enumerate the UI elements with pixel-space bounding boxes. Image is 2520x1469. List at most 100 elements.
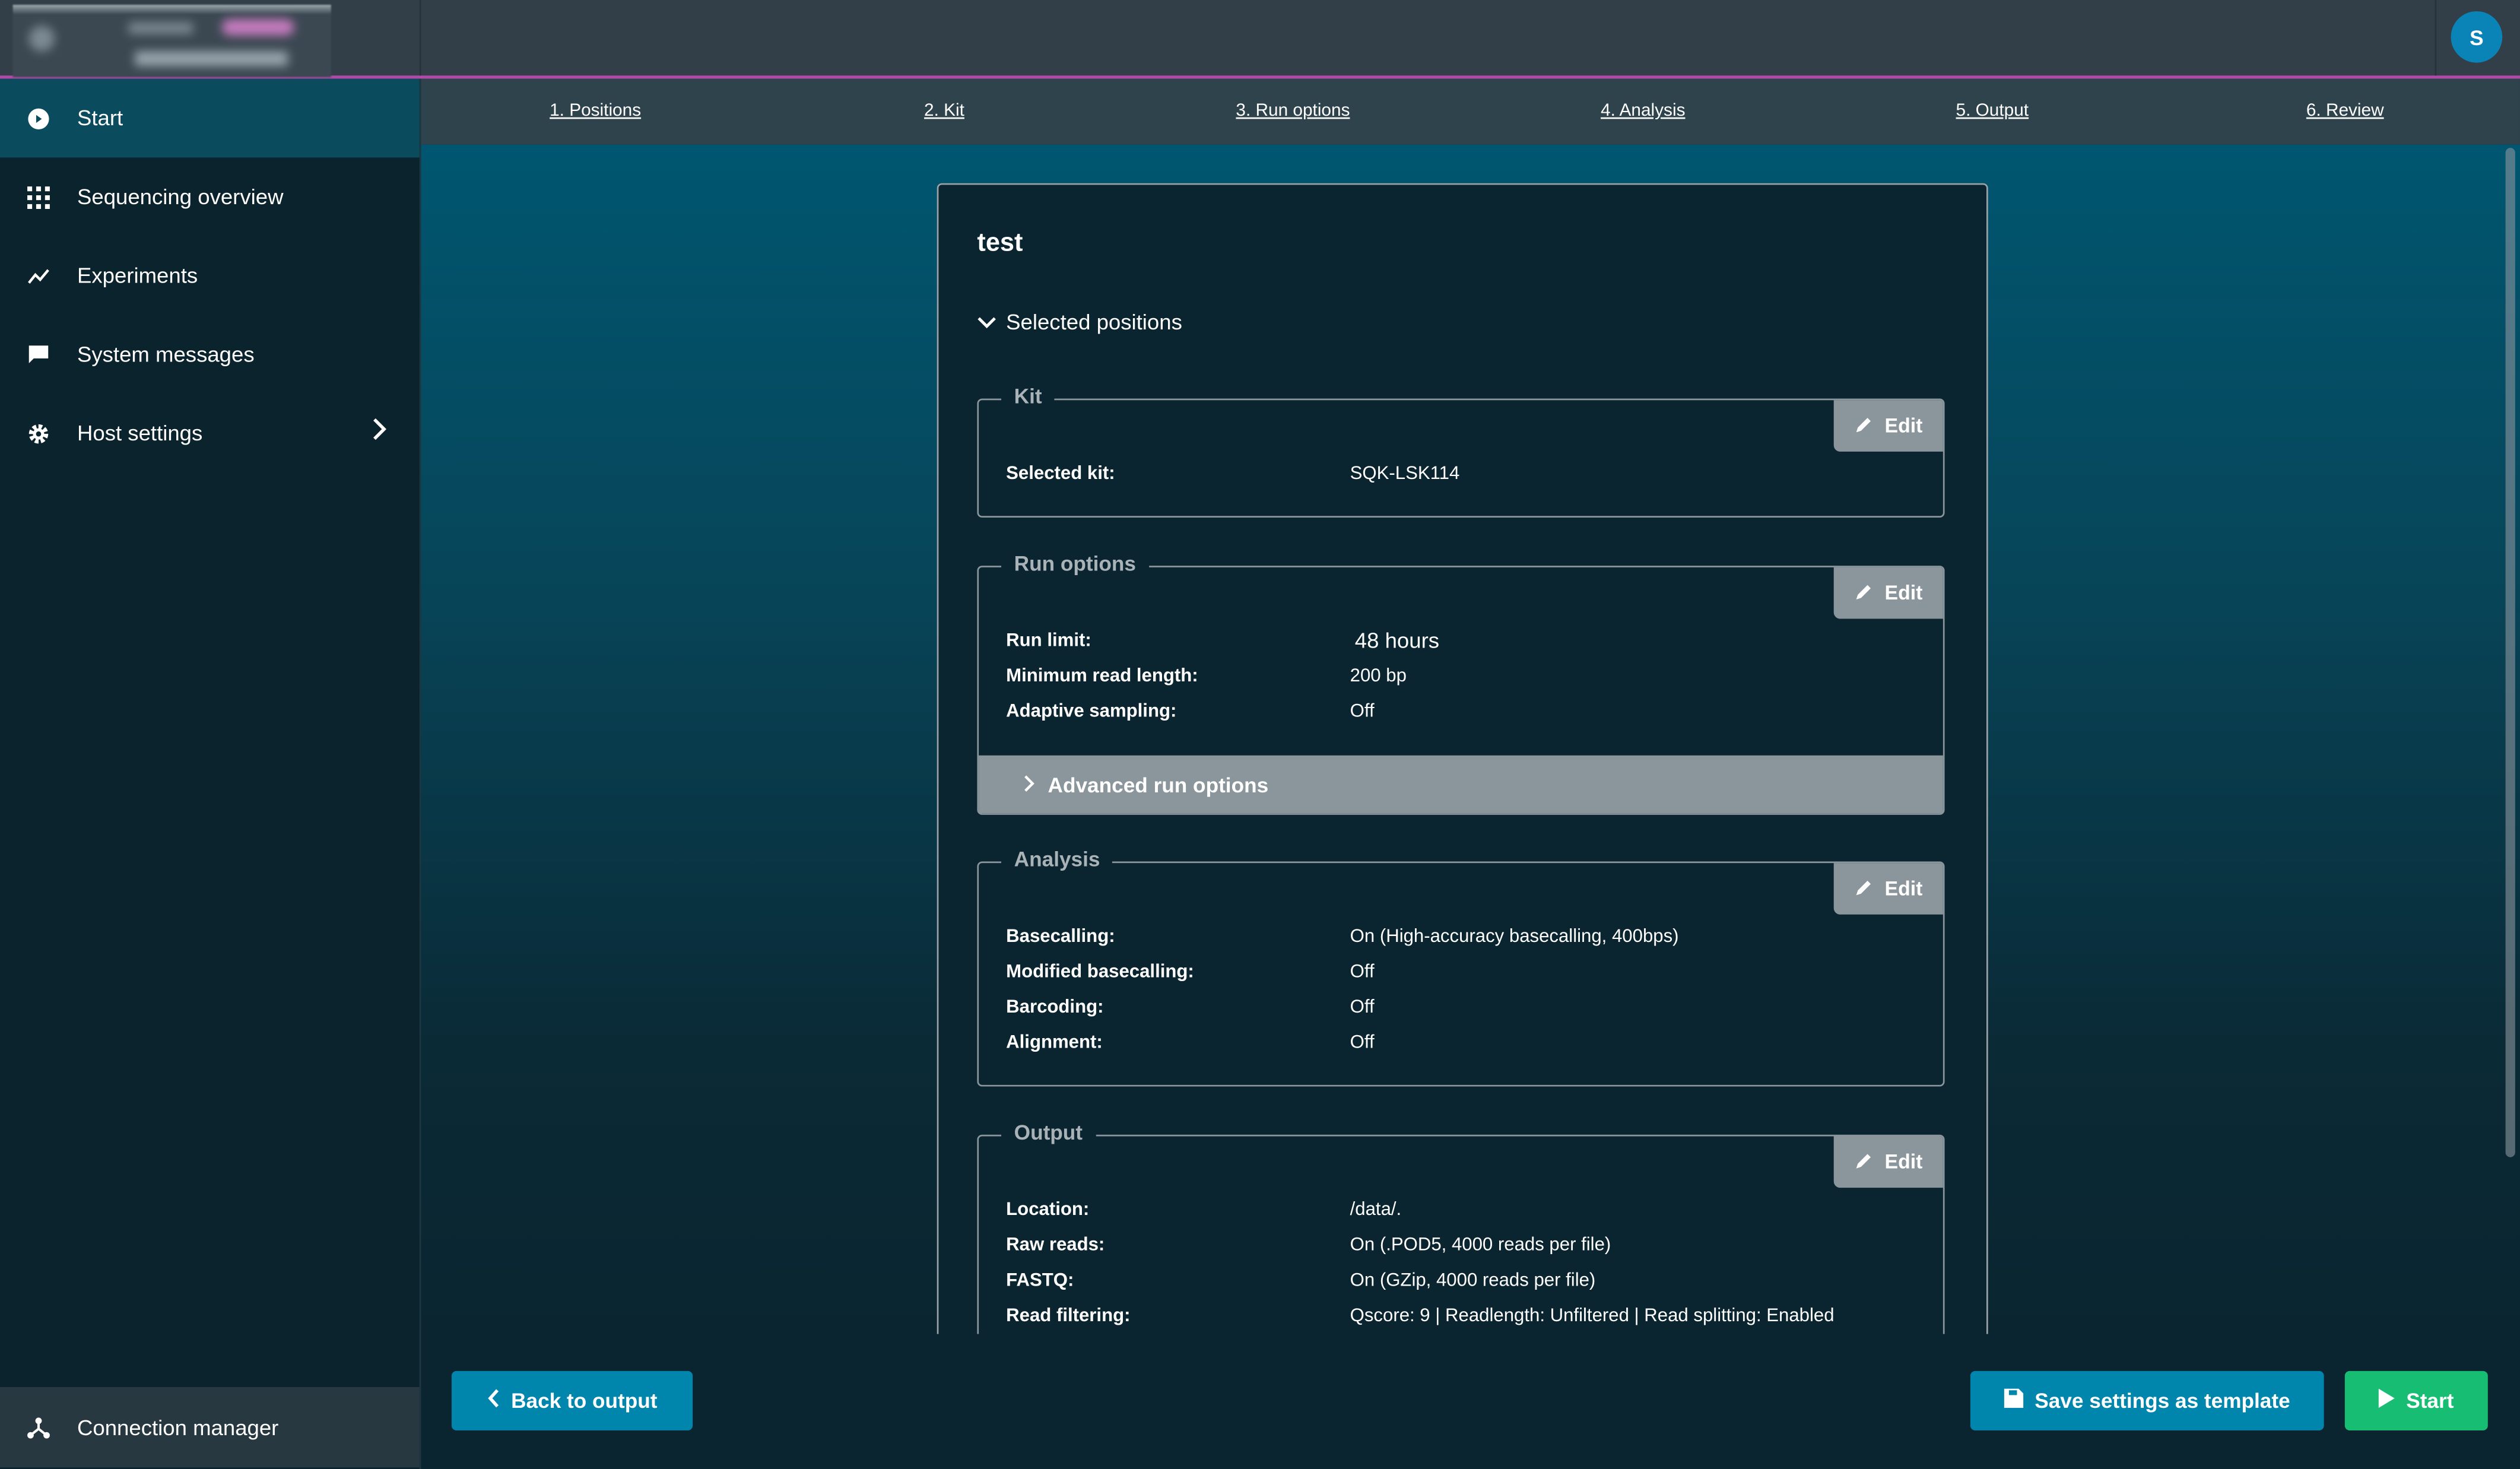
review-card: test Selected positions Kit Edit Selecte… xyxy=(937,183,1988,1395)
main-content: test Selected positions Kit Edit Selecte… xyxy=(421,144,2520,1395)
footer-bar: Back to output Save settings as template… xyxy=(421,1334,2520,1469)
edit-label: Edit xyxy=(1884,582,1923,605)
sidebar-item-label: System messages xyxy=(77,342,255,367)
back-label: Back to output xyxy=(511,1388,658,1413)
section-legend: Analysis xyxy=(1001,847,1113,871)
row-key: Raw reads: xyxy=(1006,1236,1105,1255)
edit-label: Edit xyxy=(1884,414,1923,437)
scrollbar[interactable] xyxy=(2505,148,2515,1157)
analysis-row: Basecalling: On (High-accuracy basecallin… xyxy=(1006,927,1678,946)
back-to-output-button[interactable]: Back to output xyxy=(451,1370,693,1431)
row-key: FASTQ: xyxy=(1006,1271,1074,1291)
pencil-icon xyxy=(1854,877,1873,901)
row-value: Off xyxy=(1350,963,1375,982)
row-key: Minimum read length: xyxy=(1006,667,1198,687)
sidebar-item-start[interactable]: Start xyxy=(0,78,420,158)
sidebar-item-label: Sequencing overview xyxy=(77,185,284,210)
row-key: Barcoding: xyxy=(1006,998,1104,1018)
kit-section: Kit Edit Selected kit: SQK-LSK114 xyxy=(977,384,1945,518)
edit-label: Edit xyxy=(1884,1150,1923,1173)
step-review[interactable]: 6. Review xyxy=(2306,101,2384,120)
row-value: On (.POD5, 4000 reads per file) xyxy=(1350,1236,1611,1255)
chevron-right-icon xyxy=(1024,772,1035,797)
pencil-icon xyxy=(1854,1150,1873,1175)
user-avatar[interactable]: S xyxy=(2451,11,2503,63)
row-value: /data/. xyxy=(1350,1200,1402,1220)
row-key: Modified basecalling: xyxy=(1006,963,1194,982)
edit-output-button[interactable]: Edit xyxy=(1833,1136,1943,1188)
step-navigation: 1. Positions 2. Kit 3. Run options 4. An… xyxy=(421,78,2520,145)
row-key: Adaptive sampling: xyxy=(1006,702,1177,722)
row-value: SQK-LSK114 xyxy=(1350,464,1460,484)
run-options-section: Run options Edit Run limit: 48 hours Mini… xyxy=(977,551,1945,815)
row-key: Basecalling: xyxy=(1006,927,1115,947)
row-value: Off xyxy=(1350,702,1375,722)
advanced-label: Advanced run options xyxy=(1048,772,1269,797)
chevron-down-icon xyxy=(977,310,996,335)
row-key: Read filtering: xyxy=(1006,1306,1131,1327)
row-key: Alignment: xyxy=(1006,1033,1103,1053)
sidebar-item-experiments[interactable]: Experiments xyxy=(0,236,420,315)
save-settings-template-button[interactable]: Save settings as template xyxy=(1970,1370,2324,1431)
experiment-title: test xyxy=(977,230,1023,258)
output-row: Raw reads: On (.POD5, 4000 reads per file… xyxy=(1006,1236,1611,1255)
row-value: Off xyxy=(1350,998,1375,1018)
section-legend: Run options xyxy=(1001,551,1149,576)
pencil-icon xyxy=(1854,414,1873,438)
row-value: Qscore: 9 | Readlength: Unfiltered | Rea… xyxy=(1350,1306,1835,1327)
grid-icon xyxy=(0,185,77,208)
row-value: On (GZip, 4000 reads per file) xyxy=(1350,1271,1596,1291)
edit-kit-button[interactable]: Edit xyxy=(1833,400,1943,452)
advanced-run-options-toggle[interactable]: Advanced run options xyxy=(979,755,1943,814)
row-key: Run limit: xyxy=(1006,632,1091,651)
selected-positions-toggle[interactable]: Selected positions xyxy=(977,310,1182,335)
sidebar-item-system-messages[interactable]: System messages xyxy=(0,315,420,394)
message-icon xyxy=(0,344,77,364)
start-label: Start xyxy=(2406,1388,2454,1413)
row-key: Selected kit: xyxy=(1006,464,1115,484)
row-key: Location: xyxy=(1006,1200,1090,1220)
device-info-blurred xyxy=(12,5,331,77)
run-option-row: Adaptive sampling: Off xyxy=(1006,702,1374,721)
section-legend: Output xyxy=(1001,1120,1096,1145)
chevron-left-icon xyxy=(487,1389,500,1413)
save-icon xyxy=(2004,1388,2024,1413)
step-output[interactable]: 5. Output xyxy=(1956,101,2029,120)
step-run-options[interactable]: 3. Run options xyxy=(1236,101,1350,120)
connection-manager-label: Connection manager xyxy=(77,1415,279,1439)
output-row: Location: /data/. xyxy=(1006,1201,1401,1220)
sidebar-item-label: Host settings xyxy=(77,421,203,446)
sidebar-item-sequencing-overview[interactable]: Sequencing overview xyxy=(0,157,420,236)
chart-line-icon xyxy=(0,268,77,284)
output-row: FASTQ: On (GZip, 4000 reads per file) xyxy=(1006,1271,1595,1290)
sidebar-item-host-settings[interactable]: Host settings xyxy=(0,394,420,472)
pencil-icon xyxy=(1854,581,1873,605)
step-analysis[interactable]: 4. Analysis xyxy=(1601,101,1685,120)
network-icon xyxy=(0,1416,77,1439)
analysis-row: Alignment: Off xyxy=(1006,1033,1374,1052)
sidebar-item-label: Start xyxy=(77,106,123,131)
play-circle-icon xyxy=(0,107,77,129)
analysis-row: Barcoding: Off xyxy=(1006,998,1374,1017)
top-bar: S xyxy=(0,0,2520,79)
start-button[interactable]: Start xyxy=(2344,1370,2488,1431)
connection-manager-button[interactable]: Connection manager xyxy=(0,1386,420,1468)
kit-row: Selected kit: SQK-LSK114 xyxy=(1006,465,1459,484)
edit-label: Edit xyxy=(1884,877,1923,900)
section-legend: Kit xyxy=(1001,384,1055,408)
analysis-section: Analysis Edit Basecalling: On (High-accur… xyxy=(977,847,1945,1087)
play-icon xyxy=(2379,1388,2395,1413)
sidebar-item-label: Experiments xyxy=(77,264,198,288)
step-kit[interactable]: 2. Kit xyxy=(924,101,964,120)
save-template-label: Save settings as template xyxy=(2035,1388,2290,1413)
run-option-row: Run limit: 48 hours xyxy=(1006,629,1439,653)
row-value: On (High-accuracy basecalling, 400bps) xyxy=(1350,927,1679,947)
selected-positions-label: Selected positions xyxy=(1006,310,1182,335)
row-value: Off xyxy=(1350,1033,1375,1053)
run-option-row: Minimum read length: 200 bp xyxy=(1006,667,1407,686)
edit-analysis-button[interactable]: Edit xyxy=(1833,863,1943,915)
edit-run-options-button[interactable]: Edit xyxy=(1833,567,1943,619)
chevron-right-icon xyxy=(372,418,388,445)
step-positions[interactable]: 1. Positions xyxy=(550,101,641,120)
output-row: Read filtering: Qscore: 9 | Readlength: U… xyxy=(1006,1307,1834,1326)
